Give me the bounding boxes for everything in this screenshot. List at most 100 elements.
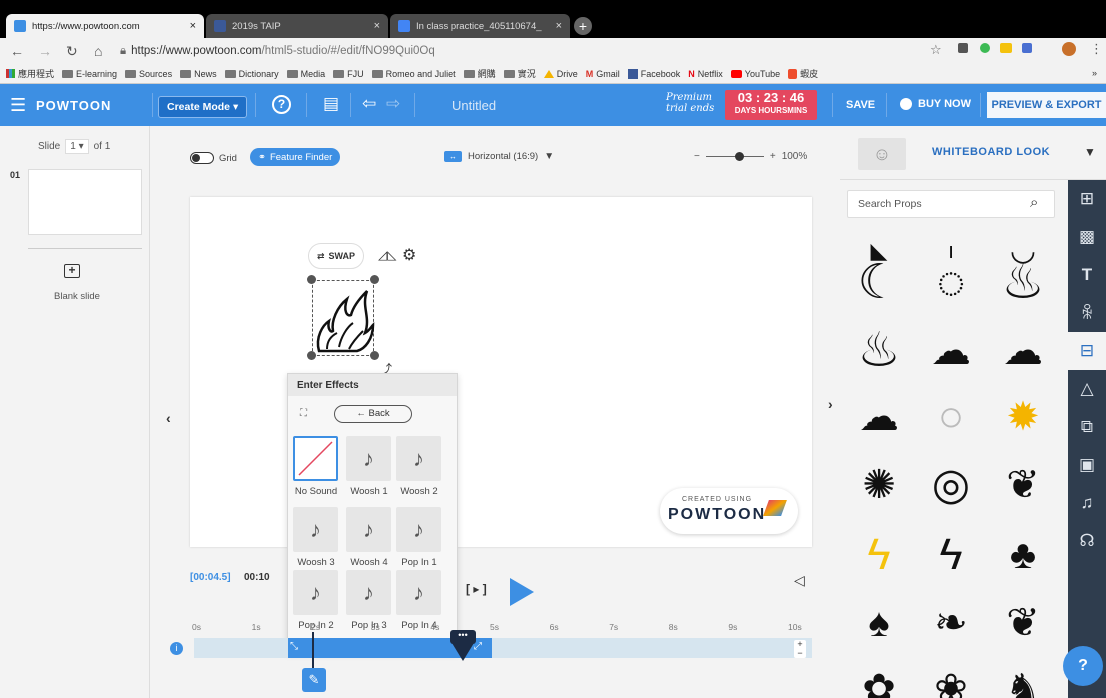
bookmark-drive[interactable]: Drive xyxy=(543,69,578,79)
layout-icon[interactable]: ⊞ xyxy=(1068,180,1106,218)
close-icon[interactable]: × xyxy=(556,20,562,32)
bookmark-fju[interactable]: FJU xyxy=(333,69,364,79)
resize-handle[interactable] xyxy=(370,275,379,284)
extension-icon[interactable] xyxy=(958,43,968,53)
project-title[interactable]: Untitled xyxy=(452,98,496,113)
back-icon[interactable]: ← xyxy=(10,43,28,59)
play-scene-button[interactable]: [ ▸ ] xyxy=(466,582,487,596)
cloud-prop[interactable]: ☁ xyxy=(844,384,914,450)
home-icon[interactable]: ⌂ xyxy=(94,43,112,59)
flip-icon[interactable]: ◿◺ xyxy=(378,248,396,262)
profile-avatar[interactable] xyxy=(1062,42,1076,56)
close-icon[interactable]: × xyxy=(374,20,380,32)
bookmark-apps[interactable]: 應用程式 xyxy=(6,67,54,80)
full-moon-prop[interactable]: ◌ xyxy=(916,250,986,316)
close-icon[interactable]: × xyxy=(190,20,196,32)
caret-down-icon[interactable]: ▼ xyxy=(1084,145,1096,159)
bookmark-news[interactable]: News xyxy=(180,69,217,79)
redo-icon[interactable]: ⇨ xyxy=(386,94,400,114)
voice-icon[interactable]: ☊ xyxy=(1068,522,1106,560)
object-layer-icon[interactable]: ✎ xyxy=(302,668,326,692)
bookmark-dictionary[interactable]: Dictionary xyxy=(224,69,279,79)
spiral-prop[interactable]: ◎ xyxy=(916,452,986,518)
slide-thumbnail[interactable] xyxy=(28,169,142,235)
video-icon[interactable]: ▣ xyxy=(1068,446,1106,484)
swap-button[interactable]: ⇄ SWAP xyxy=(308,243,365,269)
bookmark-shopping[interactable]: 網購 xyxy=(463,67,496,80)
reload-icon[interactable]: ↻ xyxy=(66,43,84,60)
toggle-switch[interactable] xyxy=(190,152,214,164)
leaf-prop[interactable]: ✿ xyxy=(844,656,914,698)
background-icon[interactable]: ▩ xyxy=(1068,218,1106,256)
timeline-track[interactable] xyxy=(194,638,812,658)
bookmark-facebook[interactable]: Facebook xyxy=(627,68,680,79)
bookmark-shopee[interactable]: 蝦皮 xyxy=(788,67,818,80)
leaf-prop[interactable]: ❦ xyxy=(988,452,1058,518)
resize-handle[interactable] xyxy=(307,351,316,360)
timeline-zoom-control[interactable]: + − xyxy=(794,640,806,658)
tab-taip[interactable]: 2019s TAIP × xyxy=(206,14,388,38)
playhead[interactable] xyxy=(312,632,314,668)
zoom-out-button[interactable]: − xyxy=(694,151,700,162)
moon-prop[interactable]: ☾ xyxy=(844,250,914,316)
preview-export-button[interactable]: PREVIEW & EXPORT xyxy=(987,92,1106,118)
menu-icon[interactable]: ⋮ xyxy=(1090,41,1103,57)
lightning-prop[interactable]: ϟ xyxy=(916,522,986,588)
play-icon[interactable] xyxy=(510,578,534,606)
volume-icon[interactable]: ◁ xyxy=(794,572,805,589)
slide-number-dropdown[interactable]: 1 ▾ xyxy=(65,139,89,154)
buy-now-button[interactable]: BUY NOW xyxy=(900,98,971,110)
orientation-dropdown[interactable]: ↔ Horizontal (16:9) ▼ xyxy=(444,151,554,162)
characters-icon[interactable]: ꆜ xyxy=(1068,294,1106,332)
bookmarks-overflow-icon[interactable]: » xyxy=(1092,68,1097,78)
cloud-prop[interactable]: ☁ xyxy=(916,318,986,384)
undo-icon[interactable]: ⇦ xyxy=(362,94,376,114)
feature-finder-button[interactable]: ⚭ Feature Finder xyxy=(250,148,341,166)
animal-prop[interactable]: ♞ xyxy=(988,656,1058,698)
extension-icon[interactable] xyxy=(1000,43,1012,53)
info-icon[interactable]: i xyxy=(170,642,183,655)
sun-prop[interactable]: ○ xyxy=(916,384,986,450)
resize-handle[interactable] xyxy=(307,275,316,284)
save-button[interactable]: SAVE xyxy=(846,99,875,111)
back-button[interactable]: ← Back xyxy=(334,405,412,423)
star-icon[interactable]: ☆ xyxy=(930,42,942,58)
text-icon[interactable]: T xyxy=(1068,256,1106,294)
flame-prop[interactable]: ♨ xyxy=(844,318,914,384)
bookmark-sources[interactable]: Sources xyxy=(125,69,172,79)
extension-icon[interactable] xyxy=(1022,43,1032,53)
sound-option[interactable]: ♪ xyxy=(293,570,338,615)
end-marker[interactable]: ••• xyxy=(450,630,476,644)
tree-prop[interactable]: ♠ xyxy=(844,590,914,656)
music-icon[interactable]: ♫ xyxy=(1068,484,1106,522)
zoom-slider[interactable] xyxy=(705,152,764,161)
no-sound-option[interactable] xyxy=(293,436,338,481)
grid-toggle[interactable]: Grid xyxy=(190,152,237,164)
extension-icon[interactable] xyxy=(980,43,990,53)
bookmark-media[interactable]: Media xyxy=(286,69,325,79)
zoom-in-button[interactable]: + xyxy=(770,151,776,162)
menu-icon[interactable]: ☰ xyxy=(10,96,26,114)
sound-option[interactable]: ♪ xyxy=(346,570,391,615)
collapse-right-icon[interactable]: › xyxy=(828,396,833,412)
collapse-left-icon[interactable]: ‹ xyxy=(166,410,171,426)
resize-handle[interactable] xyxy=(370,351,379,360)
shapes-icon[interactable]: △ xyxy=(1068,370,1106,408)
search-props-field[interactable]: Search Props ⌕ xyxy=(847,190,1055,218)
sound-option[interactable]: ♪ xyxy=(396,570,441,615)
lightning-prop[interactable]: ϟ xyxy=(844,522,914,588)
create-mode-dropdown[interactable]: Create Mode ▾ xyxy=(158,96,248,118)
sound-option[interactable]: ♪ xyxy=(396,436,441,481)
blank-slide-label[interactable]: Blank slide xyxy=(54,291,100,302)
plant-prop[interactable]: ❀ xyxy=(916,656,986,698)
forward-icon[interactable]: → xyxy=(38,43,56,59)
cloud-prop[interactable]: ☁ xyxy=(988,318,1058,384)
bookmark-netflix[interactable]: N Netflix xyxy=(688,69,723,79)
props-icon[interactable]: ⊟ xyxy=(1068,332,1106,370)
palm-tree-prop[interactable]: ♣ xyxy=(988,522,1058,588)
fire-prop[interactable]: ♨ xyxy=(988,250,1058,316)
tab-practice[interactable]: In class practice_405110674_ × xyxy=(390,14,570,38)
new-tab-icon[interactable]: + xyxy=(574,17,592,35)
sound-option[interactable]: ♪ xyxy=(346,436,391,481)
tab-powtoon[interactable]: https://www.powtoon.com × xyxy=(6,14,204,38)
